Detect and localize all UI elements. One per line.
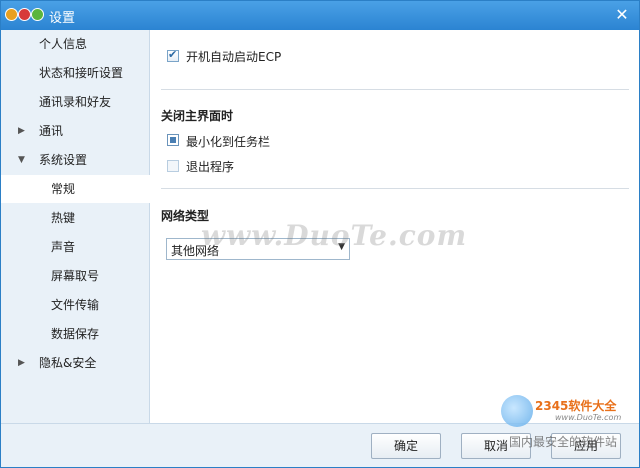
sidebar-item-label: 声音 [51,240,76,254]
sidebar-item-file-transfer[interactable]: 文件传输 [1,291,150,319]
exit-option-label: 退出程序 [186,160,235,174]
exit-option-radio[interactable] [167,160,179,172]
sidebar-item-label: 文件传输 [51,298,100,312]
sidebar-item-label: 热键 [51,211,76,225]
triangle-right-icon[interactable]: ▶ [18,349,25,377]
ok-button[interactable]: 确定 [371,433,441,459]
title-bar: 设置 ✕ [1,1,639,30]
sidebar-item-label: 通讯 [39,124,64,138]
close-icon[interactable]: ✕ [613,5,631,25]
watermark: www.DuoTe.com [201,219,468,252]
sidebar-item-status-answer[interactable]: 状态和接听设置 [1,59,150,87]
autostart-label: 开机自动启动ECP [186,50,282,64]
sidebar-item-label: 通讯录和好友 [39,95,112,109]
badge-url: www.DuoTe.com [555,413,622,422]
logo-figure-orange [5,8,18,21]
sidebar-item-data-storage[interactable]: 数据保存 [1,320,150,348]
sidebar-item-communication[interactable]: ▶ 通讯 [1,117,150,145]
sidebar-item-label: 常规 [51,182,76,196]
settings-window: 设置 ✕ 个人信息 状态和接听设置 通讯录和好友 ▶ 通讯 ▼ 系统设置 常规 … [0,0,640,468]
sidebar-item-sound[interactable]: 声音 [1,233,150,261]
sidebar-item-personal-info[interactable]: 个人信息 [1,30,150,58]
window-title: 设置 [49,11,76,26]
sidebar-item-system-settings[interactable]: ▼ 系统设置 [1,146,150,174]
sidebar-item-hotkeys[interactable]: 热键 [1,204,150,232]
sidebar-item-privacy-security[interactable]: ▶ 隐私&安全 [1,349,150,377]
minimize-option-label: 最小化到任务栏 [186,135,271,149]
triangle-right-icon[interactable]: ▶ [18,117,25,145]
divider [161,89,629,90]
settings-sidebar: 个人信息 状态和接听设置 通讯录和好友 ▶ 通讯 ▼ 系统设置 常规 热键 声音… [1,30,150,423]
sidebar-item-contacts[interactable]: 通讯录和好友 [1,88,150,116]
divider [161,188,629,189]
sidebar-item-label: 系统设置 [39,153,88,167]
badge-slogan: 国内最安全的软件站 [509,435,618,449]
sidebar-item-general[interactable]: 常规 [1,175,150,203]
badge-brand: 2345软件大全 [535,399,617,413]
close-behavior-title: 关闭主界面时 [161,109,234,123]
sidebar-item-label: 屏幕取号 [51,269,100,283]
app-logo [5,6,45,25]
sidebar-item-label: 个人信息 [39,37,88,51]
logo-figure-red [18,8,31,21]
site-badge: 2345软件大全 www.DuoTe.com 国内最安全的软件站 [497,393,640,451]
logo-figure-green [31,8,44,21]
mascot-icon [501,395,533,427]
sidebar-item-label: 隐私&安全 [39,356,97,370]
sidebar-item-screen-capture[interactable]: 屏幕取号 [1,262,150,290]
minimize-option-radio[interactable] [167,134,179,146]
autostart-checkbox[interactable] [167,48,179,62]
triangle-down-icon[interactable]: ▼ [18,146,25,174]
sidebar-item-label: 状态和接听设置 [39,66,124,80]
sidebar-item-label: 数据保存 [51,327,100,341]
